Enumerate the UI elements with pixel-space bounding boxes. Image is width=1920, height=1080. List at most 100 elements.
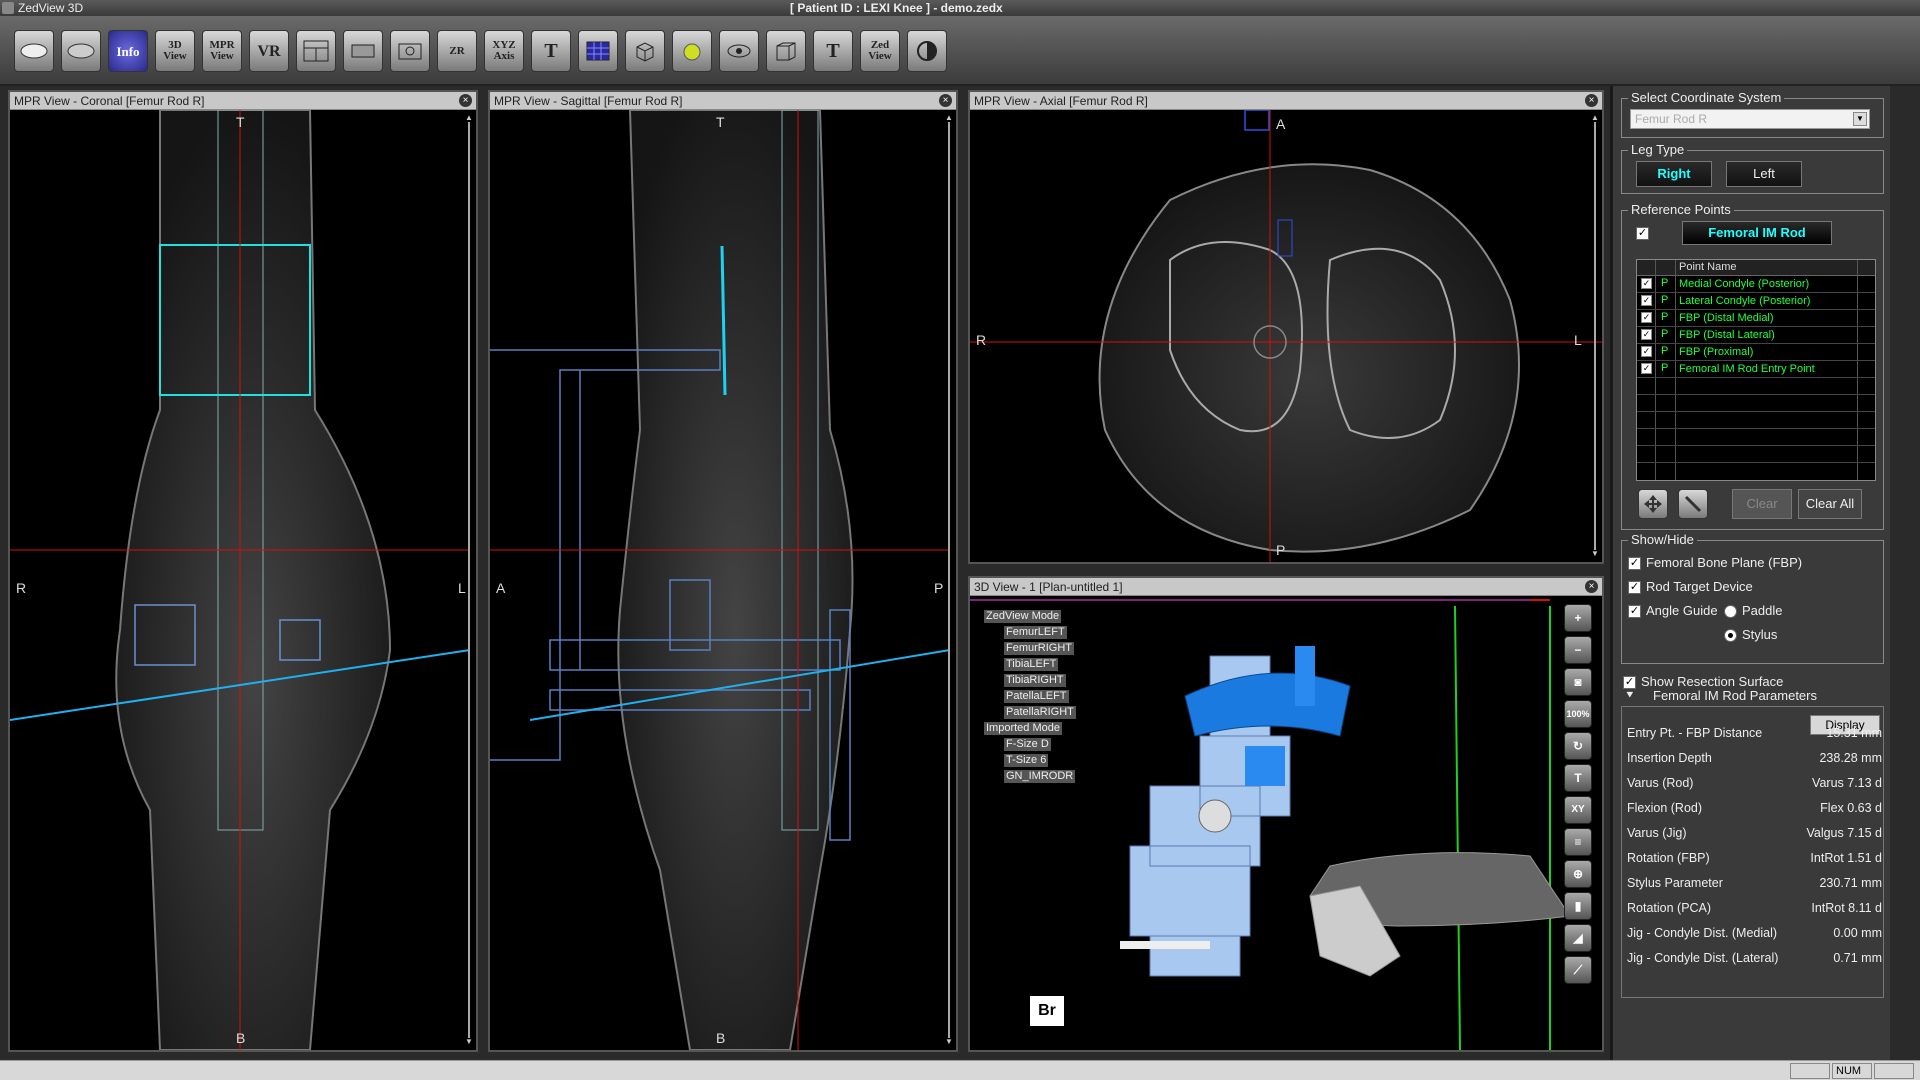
sagittal-image <box>490 110 951 1050</box>
tree-node[interactable]: TibiaLEFT <box>1004 658 1059 671</box>
save-icon[interactable] <box>61 30 101 72</box>
tree-node[interactable]: FemurLEFT <box>1004 626 1067 639</box>
box-icon[interactable] <box>766 30 806 72</box>
femoral-im-rod-checkbox[interactable]: ✓ <box>1636 227 1649 240</box>
axis-icon[interactable]: XY <box>1564 796 1592 824</box>
param-name: Entry Pt. - FBP Distance <box>1627 726 1763 740</box>
close-icon[interactable]: × <box>1585 580 1598 593</box>
light-icon[interactable] <box>672 30 712 72</box>
coord-system-select[interactable]: Femur Rod R ▼ <box>1630 109 1870 129</box>
screenshot-icon[interactable] <box>390 30 430 72</box>
half-circle-icon[interactable] <box>907 30 947 72</box>
tree-node[interactable]: TibiaRIGHT <box>1004 674 1066 687</box>
zoom-in-icon[interactable]: + <box>1564 604 1592 632</box>
volume-icon[interactable] <box>343 30 383 72</box>
close-icon[interactable]: × <box>939 94 952 107</box>
param-name: Varus (Rod) <box>1627 776 1694 790</box>
coronal-slice-scrollbar[interactable]: ▲ ▼ <box>464 114 474 1046</box>
table-row[interactable]: ✓ P FBP (Distal Medial) <box>1637 310 1875 327</box>
zed-view-icon[interactable]: Zed View <box>860 30 900 72</box>
coronal-image <box>10 110 471 1050</box>
fbp-checkbox[interactable]: ✓ <box>1628 557 1641 570</box>
layout-icon[interactable] <box>296 30 336 72</box>
table-row[interactable]: ✓ P Lateral Condyle (Posterior) <box>1637 293 1875 310</box>
tree-node[interactable]: F-Size D <box>1004 738 1051 751</box>
coronal-viewport[interactable]: T B R L <box>10 110 476 1050</box>
sagittal-viewport[interactable]: T B A P <box>490 110 956 1050</box>
axial-slice-scrollbar[interactable]: ▲ ▼ <box>1590 114 1600 558</box>
table-row[interactable]: ✓ P FBP (Distal Lateral) <box>1637 327 1875 344</box>
femoral-im-rod-button[interactable]: Femoral IM Rod <box>1682 221 1832 245</box>
close-icon[interactable]: × <box>1585 94 1598 107</box>
tree-node[interactable]: PatellaLEFT <box>1004 690 1069 703</box>
paddle-radio[interactable] <box>1724 605 1737 618</box>
zoom-100-icon[interactable]: 100% <box>1564 700 1592 728</box>
pick-point-icon[interactable] <box>1678 489 1708 519</box>
row-flag: P <box>1661 294 1669 306</box>
row-checkbox[interactable]: ✓ <box>1641 295 1652 306</box>
leg-right-button[interactable]: Right <box>1636 161 1712 187</box>
rod-target-checkbox[interactable]: ✓ <box>1628 581 1641 594</box>
angle-icon[interactable]: ◢ <box>1564 924 1592 952</box>
3d-viewport[interactable]: ZedView Mode FemurLEFT FemurRIGHT TibiaL… <box>970 596 1602 1050</box>
row-checkbox[interactable]: ✓ <box>1641 312 1652 323</box>
stylus-radio[interactable] <box>1724 629 1737 642</box>
mpr-view-icon[interactable]: MPR View <box>202 30 242 72</box>
clear-button[interactable]: Clear <box>1732 489 1792 519</box>
xyz-axis-icon[interactable]: XYZ Axis <box>484 30 524 72</box>
axial-view-panel[interactable]: MPR View - Axial [Femur Rod R] × A P R L… <box>968 90 1604 564</box>
tree-node[interactable]: T-Size 6 <box>1004 754 1049 767</box>
coronal-view-panel[interactable]: MPR View - Coronal [Femur Rod R] × T B R… <box>8 90 478 1052</box>
coord-system-value: Femur Rod R <box>1635 112 1708 126</box>
move-point-icon[interactable] <box>1638 489 1668 519</box>
row-checkbox[interactable]: ✓ <box>1641 329 1652 340</box>
ruler-icon[interactable]: ▮ <box>1564 892 1592 920</box>
layers-icon[interactable]: ≡ <box>1564 828 1592 856</box>
chevron-down-icon[interactable]: ▼ <box>1853 112 1867 126</box>
close-icon[interactable]: × <box>459 94 472 107</box>
paddle-label: Paddle <box>1742 603 1783 618</box>
table-row[interactable]: ✓ P Medial Condyle (Posterior) <box>1637 276 1875 293</box>
axial-viewport[interactable]: A P R L <box>970 110 1602 562</box>
coronal-title: MPR View - Coronal [Femur Rod R] <box>10 92 476 110</box>
3d-view-icon[interactable]: 3D View <box>155 30 195 72</box>
row-flag: P <box>1661 345 1669 357</box>
info-icon[interactable]: Info <box>108 30 148 72</box>
tree-node[interactable]: FemurRIGHT <box>1004 642 1074 655</box>
zoom-icon[interactable]: ZR <box>437 30 477 72</box>
param-name: Stylus Parameter <box>1627 876 1723 890</box>
tree-node[interactable]: Imported Mode <box>984 722 1062 735</box>
params-title: Femoral IM Rod Parameters <box>1653 688 1817 703</box>
grid-icon[interactable] <box>578 30 618 72</box>
text-icon[interactable]: T <box>531 30 571 72</box>
cube-icon[interactable] <box>625 30 665 72</box>
vr-icon[interactable]: VR <box>249 30 289 72</box>
table-row[interactable]: ✓ P FBP (Proximal) <box>1637 344 1875 361</box>
3d-view-panel[interactable]: 3D View - 1 [Plan-untitled 1] × ZedView … <box>968 576 1604 1052</box>
font-icon[interactable]: T <box>813 30 853 72</box>
leg-left-button[interactable]: Left <box>1726 161 1802 187</box>
table-header: Point Name <box>1637 260 1875 276</box>
orientation-cube[interactable]: Br <box>1030 996 1064 1026</box>
line-icon[interactable]: ⟋ <box>1564 956 1592 984</box>
tree-node[interactable]: PatellaRIGHT <box>1004 706 1076 719</box>
camera-icon[interactable]: ◙ <box>1564 668 1592 696</box>
eye-icon[interactable] <box>719 30 759 72</box>
clear-all-button[interactable]: Clear All <box>1798 489 1862 519</box>
row-checkbox[interactable]: ✓ <box>1641 363 1652 374</box>
target-icon[interactable]: ⊕ <box>1564 860 1592 888</box>
rotate-icon[interactable]: ↻ <box>1564 732 1592 760</box>
sagittal-view-panel[interactable]: MPR View - Sagittal [Femur Rod R] × T B … <box>488 90 958 1052</box>
row-checkbox[interactable]: ✓ <box>1641 346 1652 357</box>
tree-node[interactable]: GN_IMRODR <box>1004 770 1076 783</box>
collapse-icon[interactable]: ⯆ <box>1625 688 1635 703</box>
row-checkbox[interactable]: ✓ <box>1641 278 1652 289</box>
text-tool-icon[interactable]: T <box>1564 764 1592 792</box>
row-name: FBP (Distal Medial) <box>1679 312 1774 324</box>
angle-guide-checkbox[interactable]: ✓ <box>1628 605 1641 618</box>
zoom-out-icon[interactable]: − <box>1564 636 1592 664</box>
table-row[interactable]: ✓ P Femoral IM Rod Entry Point <box>1637 361 1875 378</box>
sagittal-slice-scrollbar[interactable]: ▲ ▼ <box>944 114 954 1046</box>
tree-node[interactable]: ZedView Mode <box>984 610 1062 623</box>
open-icon[interactable] <box>14 30 54 72</box>
